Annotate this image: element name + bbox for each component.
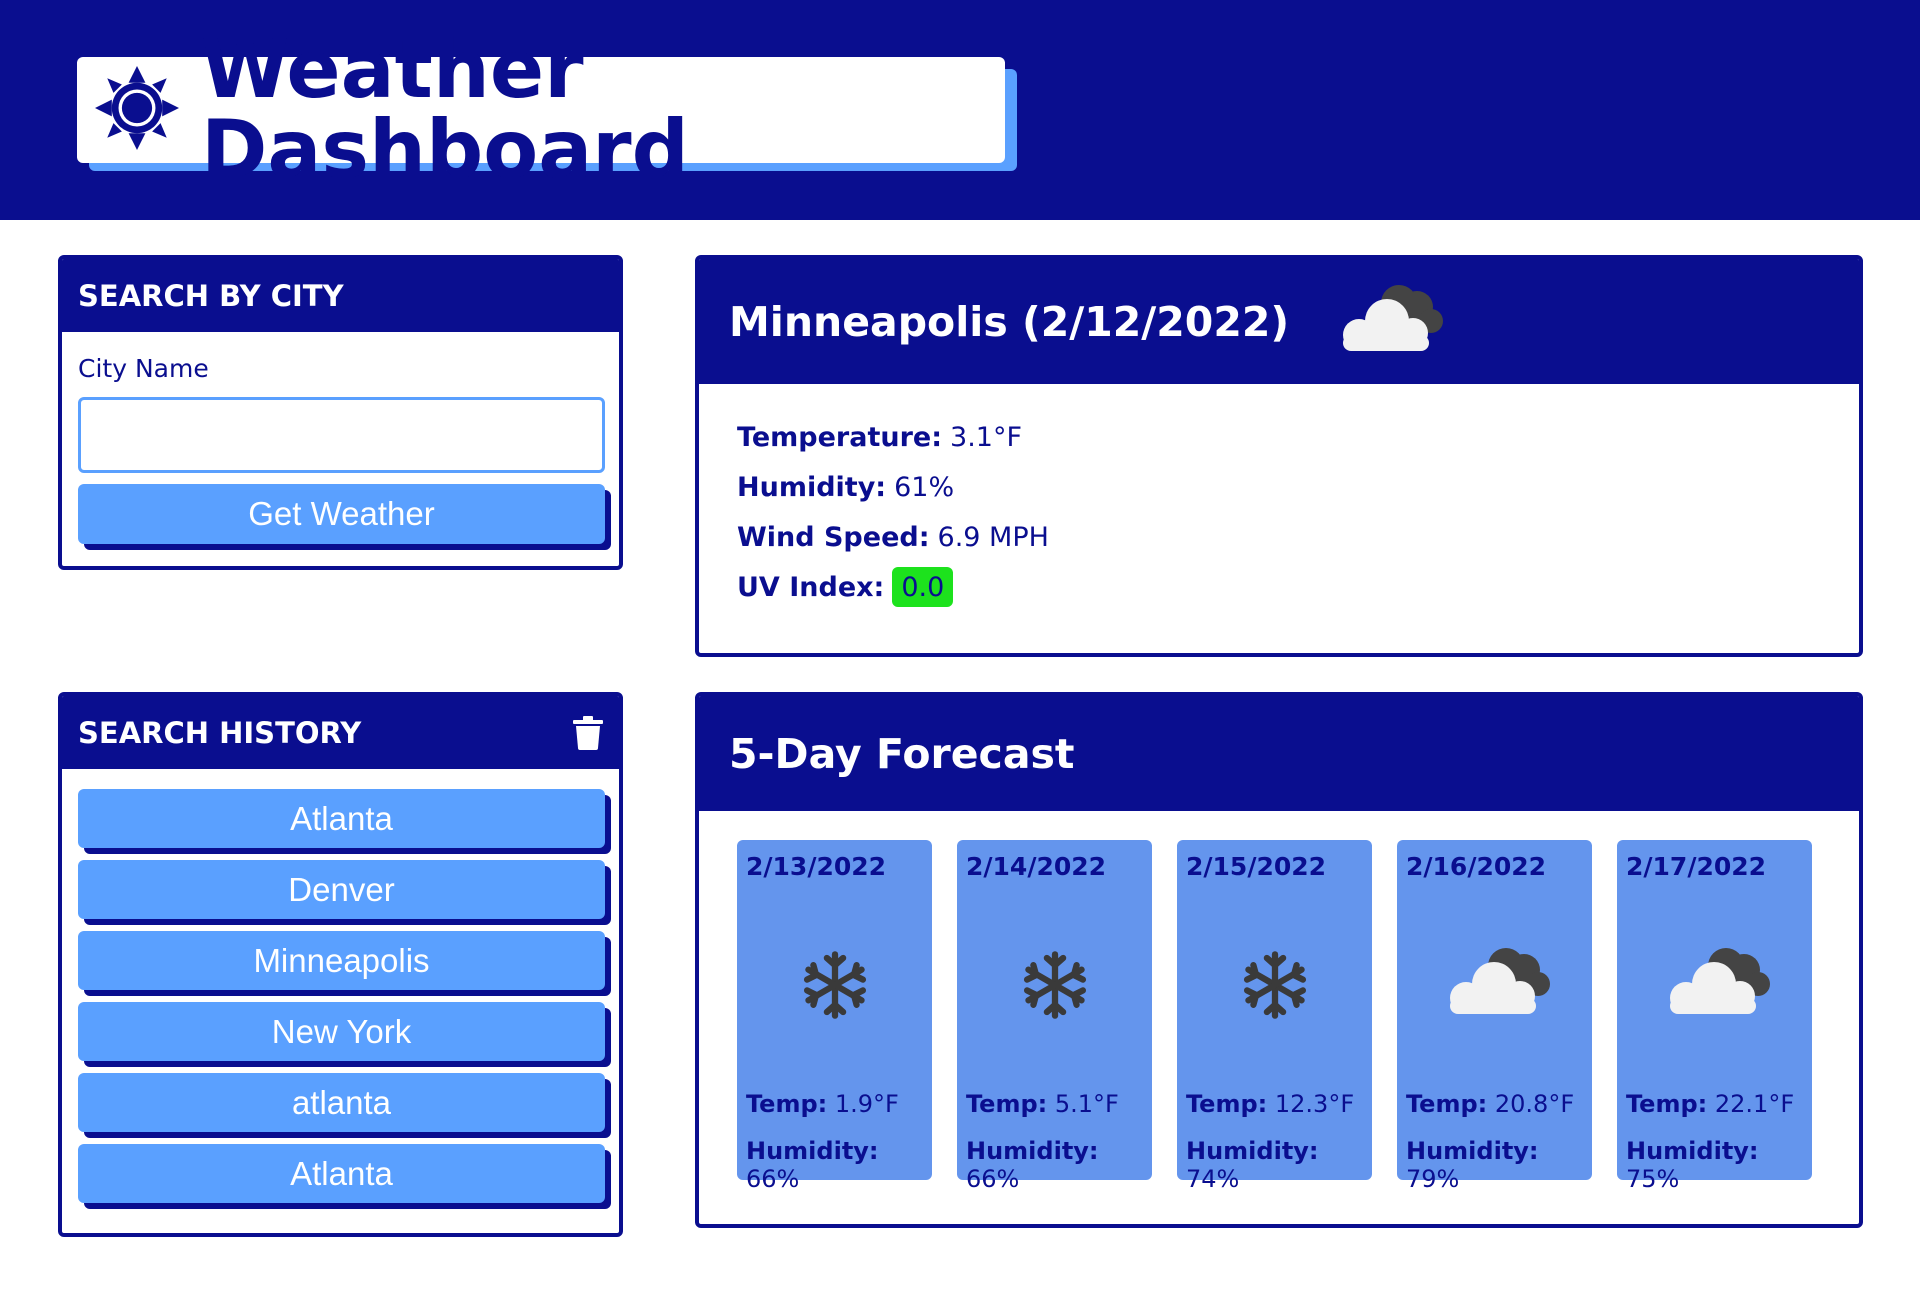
- forecast-humidity: Humidity: 75%: [1626, 1137, 1812, 1193]
- history-header: SEARCH HISTORY: [62, 696, 619, 769]
- humidity-label: Humidity:: [1406, 1137, 1539, 1165]
- history-item[interactable]: atlanta: [78, 1073, 605, 1132]
- current-weather-header: Minneapolis (2/12/2022): [699, 259, 1859, 384]
- temp-label: Temp:: [1186, 1090, 1268, 1118]
- history-heading: SEARCH HISTORY: [78, 715, 362, 750]
- forecast-days: 2/13/2022 Temp: 1.9°F Humidity: 66% 2/14…: [699, 811, 1859, 1211]
- uv-row: UV Index: 0.0: [737, 567, 1859, 607]
- forecast-date: 2/16/2022: [1406, 852, 1547, 881]
- forecast-date: 2/17/2022: [1626, 852, 1767, 881]
- uv-label: UV Index:: [737, 571, 885, 603]
- forecast-heading: 5-Day Forecast: [699, 696, 1859, 811]
- forecast-humidity: Humidity: 74%: [1186, 1137, 1372, 1193]
- humidity-label: Humidity:: [1186, 1137, 1319, 1165]
- snowflake-icon: [1177, 940, 1372, 1030]
- temp-label: Temp:: [1626, 1090, 1708, 1118]
- wind-label: Wind Speed:: [737, 521, 930, 553]
- temperature-value: 3.1°F: [950, 421, 1022, 453]
- forecast-date: 2/14/2022: [966, 852, 1107, 881]
- forecast-day: 2/15/2022 Temp: 12.3°F Humidity: 74%: [1177, 840, 1372, 1193]
- forecast-humidity: Humidity: 79%: [1406, 1137, 1592, 1193]
- cloudy-icon: [1617, 940, 1812, 1030]
- forecast-temp: Temp: 5.1°F: [966, 1090, 1119, 1118]
- cloudy-icon: [1325, 277, 1450, 367]
- current-city-date: Minneapolis (2/12/2022): [729, 297, 1290, 346]
- temp-label: Temp:: [1406, 1090, 1488, 1118]
- humidity-row: Humidity: 61%: [737, 471, 1859, 503]
- temp-value: 1.9°F: [834, 1090, 899, 1118]
- forecast-temp: Temp: 20.8°F: [1406, 1090, 1574, 1118]
- uv-badge: 0.0: [892, 567, 954, 607]
- humidity-label: Humidity:: [966, 1137, 1099, 1165]
- humidity-value: 61%: [894, 471, 955, 503]
- city-name-label: City Name: [78, 354, 209, 383]
- forecast-temp: Temp: 22.1°F: [1626, 1090, 1794, 1118]
- history-item[interactable]: Atlanta: [78, 1144, 605, 1203]
- forecast-humidity: Humidity: 66%: [966, 1137, 1152, 1193]
- current-stats: Temperature: 3.1°F Humidity: 61% Wind Sp…: [699, 384, 1859, 607]
- temp-value: 22.1°F: [1714, 1090, 1795, 1118]
- temp-value: 12.3°F: [1274, 1090, 1355, 1118]
- forecast-date: 2/15/2022: [1186, 852, 1327, 881]
- forecast-day: 2/17/2022 Temp: 22.1°F Humidity: 75%: [1617, 840, 1812, 1193]
- temp-label: Temp:: [746, 1090, 828, 1118]
- temp-label: Temp:: [966, 1090, 1048, 1118]
- current-weather-panel: Minneapolis (2/12/2022) Temperature: 3.1…: [695, 255, 1863, 657]
- wind-row: Wind Speed: 6.9 MPH: [737, 521, 1859, 553]
- forecast-temp: Temp: 12.3°F: [1186, 1090, 1354, 1118]
- forecast-temp: Temp: 1.9°F: [746, 1090, 899, 1118]
- humidity-label: Humidity:: [1626, 1137, 1759, 1165]
- forecast-date: 2/13/2022: [746, 852, 887, 881]
- temperature-row: Temperature: 3.1°F: [737, 421, 1859, 453]
- search-heading: SEARCH BY CITY: [62, 259, 619, 332]
- humidity-value: 66%: [746, 1165, 800, 1193]
- header-bar: Weather Dashboard: [0, 0, 1920, 220]
- page-title: Weather Dashboard: [201, 23, 689, 196]
- history-item[interactable]: Atlanta: [78, 789, 605, 848]
- snowflake-icon: [737, 940, 932, 1030]
- forecast-day: 2/13/2022 Temp: 1.9°F Humidity: 66%: [737, 840, 932, 1193]
- humidity-label: Humidity:: [746, 1137, 879, 1165]
- history-item[interactable]: Minneapolis: [78, 931, 605, 990]
- humidity-value: 74%: [1186, 1165, 1240, 1193]
- history-item[interactable]: Denver: [78, 860, 605, 919]
- wind-value: 6.9 MPH: [937, 521, 1049, 553]
- trash-icon[interactable]: [573, 715, 603, 750]
- city-name-input[interactable]: [78, 397, 605, 473]
- title-box: Weather Dashboard: [77, 30, 1005, 190]
- forecast-day: 2/14/2022 Temp: 5.1°F Humidity: 66%: [957, 840, 1152, 1193]
- temp-value: 5.1°F: [1054, 1090, 1119, 1118]
- forecast-day: 2/16/2022 Temp: 20.8°F Humidity: 79%: [1397, 840, 1592, 1193]
- title-banner: Weather Dashboard: [77, 30, 1017, 190]
- sun-icon: [95, 66, 201, 154]
- history-panel: SEARCH HISTORY Atlanta Denver Minneapoli…: [58, 692, 623, 1237]
- humidity-value: 66%: [966, 1165, 1020, 1193]
- temp-value: 20.8°F: [1494, 1090, 1575, 1118]
- humidity-value: 75%: [1626, 1165, 1680, 1193]
- snowflake-icon: [957, 940, 1152, 1030]
- humidity-value: 79%: [1406, 1165, 1460, 1193]
- history-item[interactable]: New York: [78, 1002, 605, 1061]
- humidity-label: Humidity:: [737, 471, 887, 503]
- get-weather-button[interactable]: Get Weather: [78, 484, 605, 544]
- history-list: Atlanta Denver Minneapolis New York atla…: [62, 769, 619, 1203]
- cloudy-icon: [1397, 940, 1592, 1030]
- search-panel: SEARCH BY CITY City Name Get Weather: [58, 255, 623, 570]
- forecast-panel: 5-Day Forecast 2/13/2022 Temp: 1.9°F Hum…: [695, 692, 1863, 1228]
- forecast-humidity: Humidity: 66%: [746, 1137, 932, 1193]
- temperature-label: Temperature:: [737, 421, 943, 453]
